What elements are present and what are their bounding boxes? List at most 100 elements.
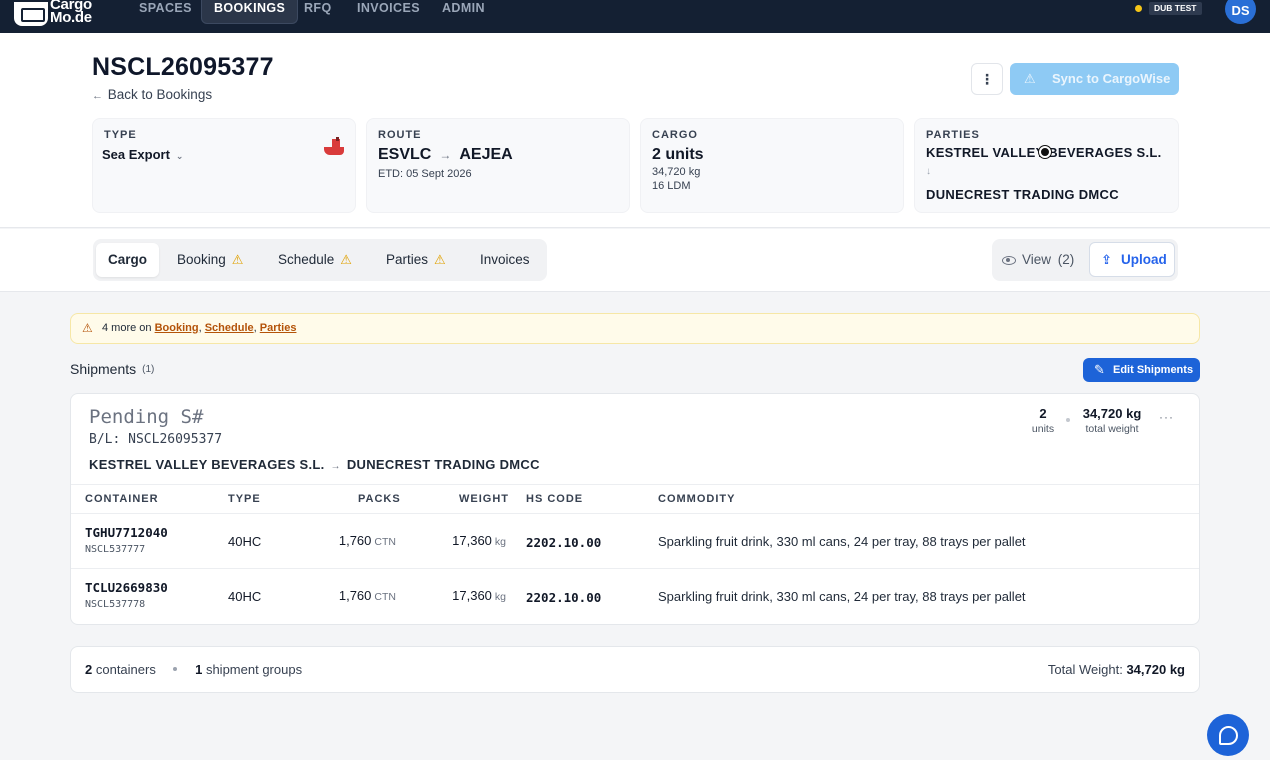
- tab-booking-label: Booking: [177, 252, 226, 267]
- tabs-bar: Cargo Booking ⚠ Schedule ⚠ Parties ⚠ Invoic…: [0, 229, 1270, 292]
- total-weight-label: Total Weight:: [1047, 662, 1123, 677]
- arrow-down-icon: ↓: [926, 166, 931, 177]
- kebab-icon: ⋮: [980, 71, 994, 87]
- weight-label: total weight: [1085, 423, 1139, 435]
- tab-cargo-label: Cargo: [108, 252, 148, 267]
- tab-list: Cargo Booking ⚠ Schedule ⚠ Parties ⚠ Invoic…: [93, 239, 547, 281]
- table-row[interactable]: TGHU7712040 NSCL537777 40HC 1,760 CTN 17,…: [71, 514, 1199, 569]
- logo-line-2: Mo.de: [50, 9, 92, 26]
- col-packs: PACKS: [358, 493, 401, 505]
- cargo-units: 2 units: [652, 146, 704, 163]
- cargo-ldm: 16 LDM: [652, 180, 691, 192]
- col-weight: WEIGHT: [459, 493, 509, 505]
- chat-bubble-icon[interactable]: [1207, 714, 1249, 756]
- upload-button[interactable]: ⇪ Upload: [1089, 242, 1175, 277]
- more-actions-button[interactable]: ⋮: [971, 63, 1003, 95]
- etd-date: ETD: 05 Sept 2026: [378, 168, 472, 180]
- view-documents-button[interactable]: View (2): [1002, 243, 1074, 277]
- nav-item-admin[interactable]: ADMIN: [430, 0, 497, 24]
- type-card: TYPE Sea Export ⌄: [92, 118, 356, 213]
- container-packs: 1,760 CTN: [311, 533, 396, 548]
- back-link[interactable]: ← Back to Bookings: [92, 87, 212, 102]
- top-nav: Cargo Mo.de SPACES BOOKINGS RFQ INVOICES…: [0, 0, 1270, 33]
- summary-counts: 2 containers 1 shipment groups: [85, 662, 302, 677]
- party-consignee: DUNECREST TRADING DMCC: [926, 187, 1119, 202]
- type-select[interactable]: Sea Export ⌄: [102, 147, 183, 162]
- edit-shipments-button[interactable]: ✎ Edit Shipments: [1083, 358, 1200, 382]
- nav-item-spaces[interactable]: SPACES: [127, 0, 204, 24]
- tab-parties[interactable]: Parties ⚠: [374, 243, 458, 277]
- container-weight: 17,360 kg: [421, 533, 506, 548]
- units-value: 2: [1039, 406, 1047, 421]
- pencil-icon: ✎: [1094, 362, 1105, 377]
- col-commodity: COMMODITY: [658, 493, 736, 505]
- booking-header: NSCL26095377 ← Back to Bookings ⋮ ⚠ Sync…: [0, 33, 1270, 228]
- table-row[interactable]: TCLU2669830 NSCL537778 40HC 1,760 CTN 17,…: [71, 569, 1199, 624]
- eye-icon: [1002, 256, 1016, 265]
- tab-schedule[interactable]: Schedule ⚠: [266, 243, 364, 277]
- container-type: 40HC: [228, 589, 262, 604]
- view-count: (2): [1057, 252, 1075, 267]
- weight-unit: kg: [494, 536, 506, 548]
- commodity: Sparkling fruit drink, 330 ml cans, 24 p…: [658, 589, 1026, 604]
- shipments-title: Shipments: [70, 361, 137, 377]
- units-label: units: [1031, 423, 1055, 435]
- shipments-count: (1): [142, 364, 155, 375]
- total-weight-value: 34,720 kg: [1126, 662, 1185, 677]
- containers-label: containers: [95, 662, 156, 677]
- arrow-left-icon: ←: [92, 90, 103, 102]
- weight-cell-value: 17,360: [452, 533, 492, 548]
- weight-unit: kg: [494, 591, 506, 603]
- avatar[interactable]: DS: [1225, 0, 1256, 24]
- nav-item-rfq[interactable]: RFQ: [292, 0, 344, 24]
- container-type: 40HC: [228, 534, 262, 549]
- tab-invoices[interactable]: Invoices: [468, 243, 542, 277]
- packs-unit: CTN: [374, 536, 396, 548]
- weight-cell-value: 17,360: [452, 588, 492, 603]
- route-value: ESVLC → AEJEA: [378, 146, 513, 164]
- container-weight: 17,360 kg: [421, 588, 506, 603]
- col-type: TYPE: [228, 493, 261, 505]
- shipment-total-weight: 34,720 kg total weight: [1077, 406, 1147, 435]
- packs-value: 1,760: [338, 588, 372, 603]
- cargo-weight: 34,720 kg: [652, 166, 701, 178]
- container-number: TCLU2669830: [85, 580, 168, 595]
- shipment-card: Pending S# B/L: NSCL26095377 KESTREL VAL…: [70, 393, 1200, 625]
- alert-link-booking[interactable]: Booking: [155, 322, 199, 334]
- separator-dot: [1066, 418, 1070, 422]
- alert-link-schedule[interactable]: Schedule: [205, 322, 254, 334]
- container-ref: NSCL537777: [85, 544, 146, 555]
- cargo-card: CARGO 2 units 34,720 kg 16 LDM: [640, 118, 904, 213]
- tab-booking[interactable]: Booking ⚠: [165, 243, 255, 277]
- alert-link-parties[interactable]: Parties: [260, 322, 297, 334]
- nav-item-bookings[interactable]: BOOKINGS: [201, 0, 299, 24]
- sync-cargowise-button[interactable]: ⚠ Sync to CargoWise: [1010, 63, 1179, 95]
- alert-prefix: 4 more on: [102, 322, 152, 334]
- col-container: CONTAINER: [85, 493, 159, 505]
- separator-dot: [173, 667, 178, 671]
- containers-count: 2: [85, 662, 93, 677]
- shipment-consignee: DUNECREST TRADING DMCC: [346, 457, 540, 472]
- hs-code: 2202.10.00: [526, 590, 602, 605]
- upload-icon: ⇪: [1101, 252, 1112, 267]
- page-title: NSCL26095377: [92, 53, 274, 81]
- shipment-more-button[interactable]: ···: [1159, 410, 1174, 424]
- upload-label: Upload: [1121, 252, 1167, 267]
- warning-icon: ⚠: [82, 321, 93, 335]
- cargo-label: CARGO: [652, 129, 698, 141]
- env-badge: DUB TEST: [1149, 2, 1202, 15]
- tab-parties-label: Parties: [386, 252, 429, 267]
- warning-icon: ⚠: [1024, 71, 1036, 86]
- tab-cargo[interactable]: Cargo: [96, 243, 160, 277]
- arrow-right-icon: →: [439, 148, 452, 162]
- edit-shipments-label: Edit Shipments: [1113, 364, 1194, 376]
- logo[interactable]: Cargo Mo.de: [14, 0, 104, 27]
- nav-item-invoices[interactable]: INVOICES: [345, 0, 432, 24]
- warning-icon: ⚠: [434, 252, 446, 267]
- shipments-heading: Shipments (1): [70, 361, 154, 377]
- view-label: View: [1022, 252, 1052, 267]
- sync-label: Sync to CargoWise: [1052, 71, 1171, 86]
- route-label: ROUTE: [378, 129, 422, 141]
- container-number: TGHU7712040: [85, 525, 168, 540]
- commodity: Sparkling fruit drink, 330 ml cans, 24 p…: [658, 534, 1026, 549]
